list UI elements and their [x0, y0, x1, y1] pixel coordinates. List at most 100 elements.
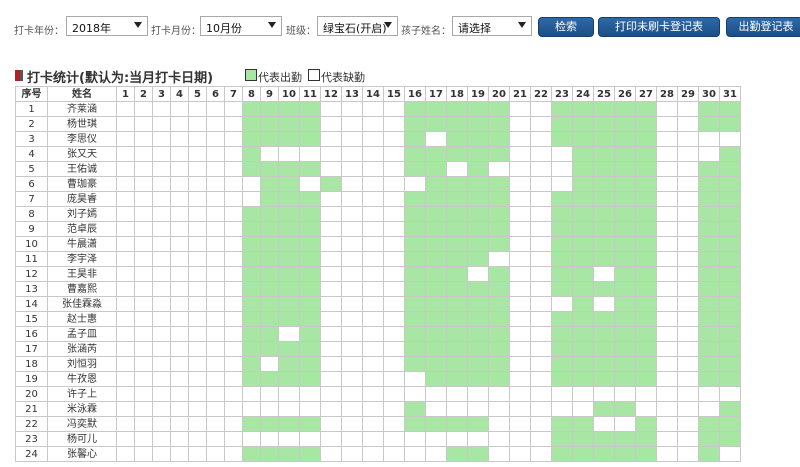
- attendance-cell-present: [698, 221, 720, 237]
- attendance-cell-absent: [170, 221, 189, 237]
- attendance-cell-absent: [320, 341, 342, 357]
- attendance-cell-absent: [206, 161, 225, 177]
- attendance-cell-absent: [677, 356, 699, 372]
- attendance-cell-present: [404, 296, 426, 312]
- attendance-cell-present: [698, 116, 720, 132]
- attendance-cell-present: [614, 281, 636, 297]
- attendance-cell-present: [425, 356, 447, 372]
- attendance-cell-absent: [488, 431, 510, 447]
- attendance-cell-present: [299, 266, 321, 282]
- attendance-cell-absent: [170, 296, 189, 312]
- attendance-cell-absent: [509, 206, 531, 222]
- attendance-cell-absent: [467, 386, 489, 402]
- attendance-cell-present: [635, 101, 657, 117]
- table-row: 13 曹嘉熙: [15, 281, 741, 297]
- attendance-cell-present: [446, 176, 468, 192]
- attendance-register-button[interactable]: 出勤登记表: [726, 17, 800, 37]
- attendance-cell-absent: [224, 221, 243, 237]
- section-title: 打卡统计(默认为:当月打卡日期): [27, 71, 214, 86]
- attendance-cell-present: [278, 341, 300, 357]
- attendance-cell-absent: [188, 416, 207, 432]
- attendance-cell-absent: [467, 431, 489, 447]
- attendance-cell-present: [425, 296, 447, 312]
- attendance-cell-present: [299, 161, 321, 177]
- year-select[interactable]: 2018年: [66, 16, 148, 36]
- column-header-day: 19: [467, 86, 489, 102]
- attendance-cell-absent: [341, 431, 363, 447]
- attendance-cell-absent: [170, 116, 189, 132]
- column-header-index: 序号: [15, 86, 48, 102]
- table-row: 10 牛晨潇: [15, 236, 741, 252]
- column-header-day: 2: [134, 86, 153, 102]
- attendance-cell-absent: [206, 221, 225, 237]
- attendance-cell-present: [698, 356, 720, 372]
- attendance-cell-present: [242, 311, 261, 327]
- attendance-cell-absent: [224, 416, 243, 432]
- month-select[interactable]: 10月份: [200, 16, 282, 36]
- attendance-cell-present: [299, 296, 321, 312]
- attendance-cell-absent: [509, 161, 531, 177]
- attendance-cell-absent: [206, 386, 225, 402]
- attendance-cell-present: [719, 296, 741, 312]
- attendance-cell-absent: [206, 191, 225, 207]
- attendance-cell-present: [614, 266, 636, 282]
- child-select[interactable]: 请选择: [452, 16, 532, 36]
- attendance-cell-absent: [170, 446, 189, 462]
- student-name: 张馨心: [47, 446, 117, 462]
- attendance-cell-absent: [278, 146, 300, 162]
- attendance-cell-present: [698, 176, 720, 192]
- student-name: 曹珈豪: [47, 176, 117, 192]
- search-button[interactable]: 检索: [538, 17, 594, 37]
- attendance-cell-present: [719, 146, 741, 162]
- student-name: 齐莱涵: [47, 101, 117, 117]
- attendance-cell-absent: [488, 416, 510, 432]
- attendance-cell-present: [551, 341, 573, 357]
- attendance-cell-present: [404, 116, 426, 132]
- attendance-cell-absent: [530, 176, 552, 192]
- attendance-cell-present: [278, 131, 300, 147]
- attendance-cell-present: [635, 341, 657, 357]
- column-header-day: 15: [383, 86, 405, 102]
- attendance-cell-present: [698, 311, 720, 327]
- attendance-cell-present: [278, 161, 300, 177]
- attendance-cell-present: [719, 431, 741, 447]
- attendance-cell-present: [278, 251, 300, 267]
- column-header-day: 26: [614, 86, 636, 102]
- attendance-cell-present: [260, 101, 279, 117]
- attendance-cell-absent: [509, 266, 531, 282]
- attendance-cell-present: [278, 416, 300, 432]
- attendance-cell-absent: [656, 356, 678, 372]
- attendance-cell-absent: [152, 326, 171, 342]
- attendance-cell-absent: [152, 431, 171, 447]
- attendance-cell-absent: [320, 101, 342, 117]
- attendance-cell-present: [719, 116, 741, 132]
- attendance-cell-present: [425, 176, 447, 192]
- attendance-cell-present: [242, 131, 261, 147]
- attendance-cell-present: [260, 266, 279, 282]
- row-index: 18: [15, 356, 48, 372]
- attendance-cell-absent: [341, 446, 363, 462]
- attendance-cell-present: [425, 221, 447, 237]
- attendance-cell-absent: [446, 161, 468, 177]
- attendance-cell-absent: [383, 416, 405, 432]
- attendance-cell-absent: [170, 101, 189, 117]
- attendance-cell-present: [614, 311, 636, 327]
- attendance-cell-present: [635, 326, 657, 342]
- column-header-day: 31: [719, 86, 741, 102]
- attendance-cell-present: [488, 101, 510, 117]
- attendance-cell-present: [698, 101, 720, 117]
- column-header-day: 5: [188, 86, 207, 102]
- attendance-cell-present: [635, 221, 657, 237]
- student-name: 冯奕默: [47, 416, 117, 432]
- attendance-cell-present: [467, 341, 489, 357]
- attendance-cell-present: [719, 341, 741, 357]
- attendance-cell-absent: [656, 221, 678, 237]
- class-select[interactable]: 绿宝石(开启): [317, 16, 398, 36]
- attendance-cell-present: [242, 296, 261, 312]
- row-index: 12: [15, 266, 48, 282]
- table-row: 6 曹珈豪: [15, 176, 741, 192]
- column-header-day: 16: [404, 86, 426, 102]
- attendance-cell-absent: [170, 191, 189, 207]
- print-unpunched-button[interactable]: 打印未刷卡登记表: [598, 17, 720, 37]
- attendance-cell-present: [446, 101, 468, 117]
